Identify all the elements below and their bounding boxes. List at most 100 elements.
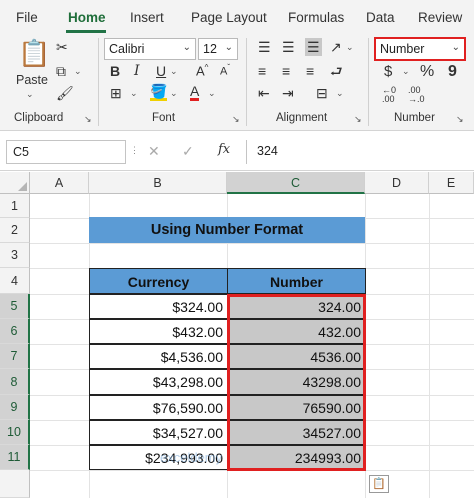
- font-size-combo[interactable]: 12 ⌄: [198, 38, 238, 60]
- row-header-12[interactable]: [0, 470, 30, 498]
- currency-cell[interactable]: $34,527.00: [89, 420, 228, 445]
- underline-dropdown-icon[interactable]: ⌄: [170, 67, 178, 76]
- alignment-group-label: Alignment: [276, 112, 328, 124]
- copy-dropdown-icon[interactable]: ⌄: [74, 67, 82, 76]
- row-header-9[interactable]: 9: [0, 395, 30, 420]
- merge-center-icon[interactable]: ⊟: [316, 86, 328, 100]
- decrease-font-icon[interactable]: Aˇ: [220, 64, 230, 78]
- italic-icon[interactable]: I: [134, 64, 140, 78]
- comma-style-icon[interactable]: 9: [448, 64, 457, 80]
- bold-icon[interactable]: B: [110, 64, 120, 78]
- number-cell[interactable]: 432.00: [227, 319, 366, 344]
- wrap-text-icon[interactable]: ⮐: [330, 64, 343, 78]
- paste-icon[interactable]: 📋: [18, 40, 50, 66]
- column-header-e[interactable]: E: [429, 172, 474, 194]
- copy-icon[interactable]: ⧉: [56, 64, 66, 78]
- row-header-11[interactable]: 11: [0, 445, 30, 470]
- clipboard-launcher-icon[interactable]: ↘: [84, 114, 92, 125]
- font-launcher-icon[interactable]: ↘: [232, 114, 240, 125]
- more-options-icon[interactable]: ⋮: [130, 146, 139, 155]
- font-name-value: Calibri: [109, 42, 145, 56]
- tab-home[interactable]: Home: [68, 10, 106, 25]
- cancel-icon[interactable]: ✕: [148, 144, 160, 158]
- row-header-7[interactable]: 7: [0, 344, 30, 369]
- column-header-d[interactable]: D: [365, 172, 429, 194]
- tab-insert[interactable]: Insert: [130, 10, 164, 25]
- cut-icon[interactable]: ✂: [56, 40, 68, 54]
- underline-icon[interactable]: U: [156, 64, 166, 78]
- chevron-down-icon[interactable]: ⌄: [225, 42, 233, 53]
- currency-dropdown-icon[interactable]: ⌄: [402, 67, 410, 76]
- paste-dropdown-icon[interactable]: ⌄: [26, 90, 34, 99]
- row-header-4[interactable]: 4: [0, 268, 30, 294]
- font-color-dropdown-icon[interactable]: ⌄: [208, 89, 216, 98]
- align-center-icon[interactable]: ≡: [282, 64, 290, 78]
- row-header-10[interactable]: 10: [0, 420, 30, 445]
- insert-function-icon[interactable]: fx: [218, 143, 230, 156]
- paste-options-icon[interactable]: 📋: [369, 475, 389, 493]
- align-bottom-icon[interactable]: ☰: [305, 38, 322, 56]
- font-color-icon[interactable]: A: [190, 84, 200, 101]
- chevron-down-icon[interactable]: ⌄: [183, 42, 191, 53]
- number-launcher-icon[interactable]: ↘: [456, 114, 464, 125]
- row-header-2[interactable]: 2: [0, 218, 30, 243]
- number-cell[interactable]: 43298.00: [227, 369, 366, 395]
- name-box-value: C5: [13, 145, 29, 159]
- currency-cell[interactable]: $432.00: [89, 319, 228, 344]
- increase-decimal-icon[interactable]: ←0.00: [382, 86, 396, 104]
- align-left-icon[interactable]: ≡: [258, 64, 266, 78]
- tab-file[interactable]: File: [16, 10, 38, 25]
- row-header-5[interactable]: 5: [0, 294, 30, 319]
- name-box[interactable]: C5: [6, 140, 126, 164]
- number-cell[interactable]: 76590.00: [227, 395, 366, 420]
- header-cell-currency[interactable]: Currency: [89, 268, 228, 294]
- column-header-c[interactable]: C: [227, 172, 365, 194]
- number-cell[interactable]: 324.00: [227, 294, 366, 319]
- currency-cell[interactable]: $4,536.00: [89, 344, 228, 369]
- row-header-1[interactable]: 1: [0, 194, 30, 218]
- font-name-combo[interactable]: Calibri ⌄: [104, 38, 196, 60]
- sheet-title-cell[interactable]: Using Number Format: [89, 217, 365, 243]
- paste-button[interactable]: Paste: [16, 74, 48, 87]
- merge-dropdown-icon[interactable]: ⌄: [336, 89, 344, 98]
- format-painter-icon[interactable]: 🖌: [56, 86, 74, 100]
- currency-cell[interactable]: $76,590.00: [89, 395, 228, 420]
- tab-formulas[interactable]: Formulas: [288, 10, 344, 25]
- fill-color-dropdown-icon[interactable]: ⌄: [170, 89, 178, 98]
- row-header-8[interactable]: 8: [0, 369, 30, 395]
- header-cell-number[interactable]: Number: [227, 268, 366, 294]
- number-cell[interactable]: 34527.00: [227, 420, 366, 445]
- increase-font-icon[interactable]: A^: [196, 64, 208, 78]
- orientation-icon[interactable]: ↗: [330, 40, 342, 54]
- align-right-icon[interactable]: ≡: [306, 64, 314, 78]
- number-format-combo[interactable]: Number ⌄: [374, 37, 466, 61]
- percent-style-icon[interactable]: %: [420, 64, 434, 80]
- enter-icon[interactable]: ✓: [182, 144, 194, 158]
- chevron-down-icon[interactable]: ⌄: [452, 42, 460, 53]
- increase-indent-icon[interactable]: ⇥: [282, 86, 294, 100]
- number-cell[interactable]: 234993.00: [227, 445, 366, 470]
- row-header-3[interactable]: 3: [0, 243, 30, 268]
- column-header-a[interactable]: A: [30, 172, 89, 194]
- fill-color-icon[interactable]: 🪣: [150, 84, 168, 101]
- tab-page-layout[interactable]: Page Layout: [191, 10, 267, 25]
- borders-icon[interactable]: ⊞: [110, 86, 122, 100]
- tab-data[interactable]: Data: [366, 10, 395, 25]
- font-group-label: Font: [152, 112, 176, 124]
- select-all-button[interactable]: [0, 172, 30, 194]
- align-middle-icon[interactable]: ☰: [282, 40, 295, 54]
- column-header-b[interactable]: B: [89, 172, 227, 194]
- tab-review[interactable]: Review: [418, 10, 462, 25]
- currency-cell[interactable]: $324.00: [89, 294, 228, 319]
- decrease-decimal-icon[interactable]: .00 →.0: [408, 86, 425, 104]
- row-header-6[interactable]: 6: [0, 319, 30, 344]
- orientation-dropdown-icon[interactable]: ⌄: [346, 43, 354, 52]
- alignment-launcher-icon[interactable]: ↘: [354, 114, 362, 125]
- currency-cell[interactable]: $43,298.00: [89, 369, 228, 395]
- formula-input[interactable]: 324: [246, 140, 474, 164]
- borders-dropdown-icon[interactable]: ⌄: [130, 89, 138, 98]
- align-top-icon[interactable]: ☰: [258, 40, 271, 54]
- decrease-indent-icon[interactable]: ⇤: [258, 86, 270, 100]
- number-cell[interactable]: 4536.00: [227, 344, 366, 369]
- currency-format-icon[interactable]: $: [384, 64, 392, 79]
